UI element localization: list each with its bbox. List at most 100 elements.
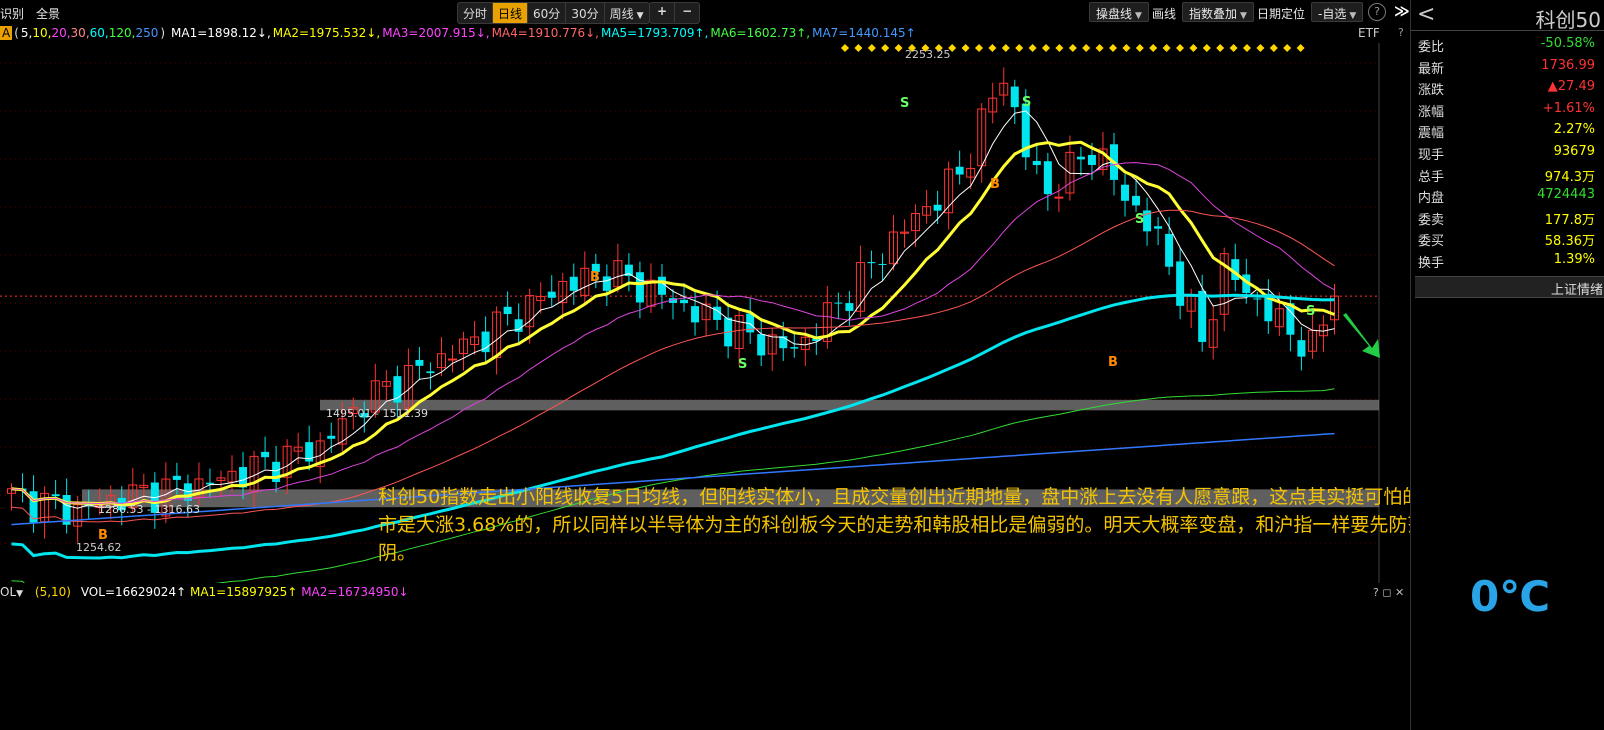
quote-row: 涨幅 +1.61% xyxy=(1415,98,1601,120)
signal-diamond xyxy=(1135,44,1144,52)
quote-value: ▲27.49 xyxy=(1547,79,1595,95)
quote-label: 涨跌 xyxy=(1418,83,1445,99)
signal-buy: B xyxy=(98,528,108,543)
quote-row: 委卖 177.8万 xyxy=(1415,206,1601,228)
candle-body xyxy=(51,494,60,497)
ma-params-close: ) xyxy=(160,26,166,40)
candle-body xyxy=(415,359,424,366)
ma-value-2: MA2=1975.532↓, xyxy=(272,26,381,40)
resistance-zone-label: 1495.01 - 1511.39 xyxy=(326,407,428,420)
vol-params: (5,10) xyxy=(34,585,71,599)
candle-body xyxy=(1165,233,1174,267)
back-icon[interactable]: < xyxy=(1417,2,1435,27)
quote-row: 委比 -50.58% xyxy=(1415,33,1601,55)
candle-body xyxy=(845,303,854,311)
zoom-controls: + − xyxy=(649,2,701,24)
quote-row: 总手 974.3万 xyxy=(1415,163,1601,185)
candle-body xyxy=(1176,261,1185,306)
candle-body xyxy=(1198,290,1207,342)
candle-body xyxy=(602,276,611,291)
signal-buy: B xyxy=(590,270,600,285)
support-zone-label: 1286.53 - 1316.63 xyxy=(98,503,200,516)
vol-ma2: MA2=16734950↓ xyxy=(301,585,409,599)
vol-panel-controls[interactable]: ? ◻ ✕ xyxy=(1373,586,1404,599)
sidebar-title: 科创50 xyxy=(1535,8,1601,32)
candle-body xyxy=(790,347,799,349)
panorama-tab[interactable]: 全景 xyxy=(36,5,60,22)
ma-value-7: MA7=1440.145↑ xyxy=(812,26,916,40)
ma-param-250: 250 xyxy=(135,26,159,40)
ma-param-10: 10, xyxy=(32,26,52,40)
quote-row: 震幅 2.27% xyxy=(1415,119,1601,141)
sentiment-tab[interactable]: 上证情绪 xyxy=(1415,276,1604,298)
quote-value: 1736.99 xyxy=(1541,57,1595,73)
candle-body xyxy=(547,291,556,298)
signal-diamond xyxy=(988,44,997,52)
quote-label: 现手 xyxy=(1418,148,1445,163)
tab-intraday[interactable]: 分时 xyxy=(458,3,494,23)
signal-sell: S xyxy=(1022,95,1031,110)
ma-legend: A(5,10,20,30,60,120,250) MA1=1898.12↓, MA2… xyxy=(0,26,920,42)
candle-body xyxy=(261,451,270,458)
quote-value: 2.27% xyxy=(1553,122,1595,138)
candle-body xyxy=(878,263,887,265)
zoom-in-button[interactable]: + xyxy=(650,3,676,22)
signal-sell: S xyxy=(1306,304,1315,319)
tab-daily[interactable]: 日线 xyxy=(493,3,529,23)
quote-row: 最新 1736.99 xyxy=(1415,55,1601,77)
ma-value-4: MA4=1910.776↓, xyxy=(491,26,599,40)
index-overlay-button[interactable]: 指数叠加 ▼ xyxy=(1182,2,1254,22)
candle-body xyxy=(327,435,336,439)
draw-line-button[interactable]: 画线 xyxy=(1145,2,1183,22)
candle-body xyxy=(757,334,766,356)
signal-diamond xyxy=(961,44,970,52)
candle-body xyxy=(1087,154,1096,165)
signal-diamond xyxy=(1176,44,1184,52)
quote-value: 177.8万 xyxy=(1544,212,1595,228)
ma-prefix[interactable]: A xyxy=(0,26,13,40)
chevron-down-icon: ▼ xyxy=(1135,11,1142,21)
candle-body xyxy=(1154,226,1163,229)
signal-diamond xyxy=(1229,44,1238,52)
ma-param-5: 5, xyxy=(20,26,33,40)
quote-label: 委比 xyxy=(1418,40,1445,55)
vol-prefix-label: OL xyxy=(0,585,17,599)
signal-diamond xyxy=(1202,44,1211,52)
signal-diamond xyxy=(975,44,983,52)
zoom-out-button[interactable]: − xyxy=(675,3,699,22)
quote-value: 974.3万 xyxy=(1544,169,1595,185)
signal-diamond xyxy=(1015,44,1024,52)
tab-weekly-label: 周线 xyxy=(609,7,634,21)
date-locate-button[interactable]: 日期定位 xyxy=(1250,2,1312,22)
signal-sell: S xyxy=(900,96,909,111)
ma-help-icon[interactable]: ? xyxy=(1398,26,1404,39)
ma-params: 5,10,20,30,60,120,250 xyxy=(21,26,158,40)
ma-params-open: ( xyxy=(14,26,19,40)
signal-diamond xyxy=(1189,44,1198,52)
candle-body xyxy=(691,306,700,323)
tab-weekly[interactable]: 周线 ▼ xyxy=(605,3,649,23)
signal-diamond xyxy=(867,44,876,52)
quote-label: 震幅 xyxy=(1418,126,1445,142)
quote-row: 换手 1.39% xyxy=(1415,249,1601,271)
recognize-tab[interactable]: 识别 xyxy=(0,5,24,22)
etf-label[interactable]: ETF xyxy=(1358,26,1380,40)
ma-param-20: 20, xyxy=(51,26,71,40)
tab-60min[interactable]: 60分 xyxy=(528,3,567,23)
vol-ma1: MA1=15897925↑ xyxy=(189,585,298,599)
quote-row: 涨跌 ▲27.49 xyxy=(1415,76,1601,98)
trading-line-label: 操盘线 xyxy=(1096,7,1133,21)
help-icon[interactable]: ? xyxy=(1368,3,1386,21)
signal-sell: S xyxy=(1135,212,1144,227)
candle-body xyxy=(503,306,512,315)
signal-diamond xyxy=(1243,44,1251,52)
candle-body xyxy=(635,272,644,303)
vol-value: VOL=16629024↑ xyxy=(80,585,187,599)
watchlist-button[interactable]: -自选 ▼ xyxy=(1311,2,1364,22)
trading-line-button[interactable]: 操盘线 ▼ xyxy=(1089,2,1149,22)
tab-30min[interactable]: 30分 xyxy=(566,3,605,23)
collapse-icon[interactable]: ≫ xyxy=(1394,2,1410,20)
candle-body xyxy=(1043,161,1052,195)
vol-prefix[interactable]: OL▼ xyxy=(0,585,23,599)
signal-diamond xyxy=(841,44,849,52)
